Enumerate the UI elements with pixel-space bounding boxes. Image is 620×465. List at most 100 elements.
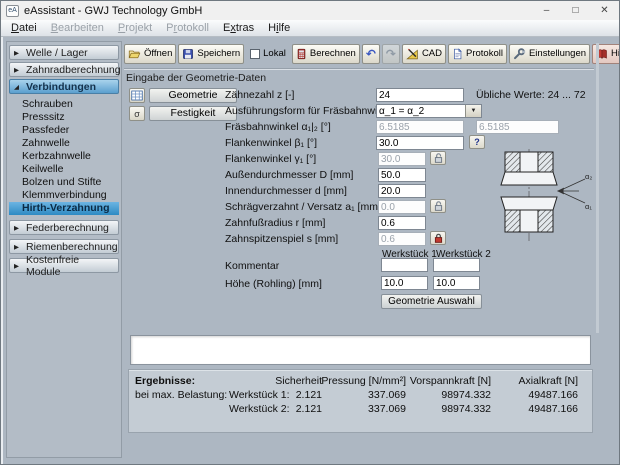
content-right-strip [596,43,599,333]
chevron-right-icon: ▶ [14,243,22,251]
beta-help-button[interactable]: ? [469,135,485,149]
lokal-label: Lokal [263,48,286,59]
protocol-button[interactable]: Protokoll [448,44,507,64]
tab-festigkeit[interactable]: Festigkeit [149,106,237,121]
sidebar-item-presssitz[interactable]: Presssitz [9,111,119,124]
group-label: Welle / Lager [26,47,88,59]
value-axialkraft: 49487.166 [486,403,578,415]
chevron-right-icon: ▶ [14,262,22,270]
sidebar-item-hirth-verzahnung[interactable]: Hirth-Verzahnung [9,202,119,215]
sidebar-group-verbindungen[interactable]: ◢ Verbindungen [9,79,119,94]
geometrie-auswahl-button[interactable]: Geometrie Auswahl [381,294,482,309]
value-axialkraft: 49487.166 [486,389,578,401]
maximize-button[interactable]: □ [561,1,590,20]
zahnfussradius-input[interactable] [378,216,426,230]
sidebar-item-schrauben[interactable]: Schrauben [9,98,119,111]
cad-ruler-pencil-icon [406,48,419,60]
open-button[interactable]: Öffnen [124,44,176,64]
group-label: Federberechnung [26,222,109,234]
minimize-button[interactable]: – [532,1,561,20]
versatz-input [378,200,426,214]
hoehe-input-2[interactable] [433,276,480,290]
settings-button[interactable]: Einstellungen [509,44,590,64]
kommentar-input-2[interactable] [433,258,480,272]
value-pressung: 337.069 [316,389,406,401]
label-zahnfussradius: Zahnfußradius r [mm] [225,216,375,230]
sidebar-group-welle-lager[interactable]: ▶ Welle / Lager [9,45,119,60]
sidebar-group-zahnradberechnung[interactable]: ▶ Zahnradberechnung [9,62,119,77]
zahnspitzenspiel-input [378,232,426,246]
sidebar-item-keilwelle[interactable]: Keilwelle [9,163,119,176]
section-divider [124,68,594,70]
chevron-right-icon: ▶ [14,224,22,232]
value-vorspannkraft: 98974.332 [396,389,491,401]
value-sicherheit: 2.121 [242,389,322,401]
sidebar-item-bolzen-und-stifte[interactable]: Bolzen und Stifte [9,176,119,189]
sidebar-group-kostenfreie-module[interactable]: ▶ Kostenfreie Module [9,258,119,273]
col-header-axialkraft: Axialkraft [N] [486,375,578,387]
calculator-icon [296,48,307,60]
sidebar-item-passfeder[interactable]: Passfeder [9,124,119,137]
close-button[interactable]: ✕ [590,1,619,20]
sidebar-item-kerbzahnwelle[interactable]: Kerbzahnwelle [9,150,119,163]
tab-geometrie[interactable]: Geometrie [149,88,237,103]
sidebar-item-zahnwelle[interactable]: Zahnwelle [9,137,119,150]
lock-open-icon [433,153,444,164]
kommentar-input-1[interactable] [381,258,428,272]
fraesbahnwinkel-input-1 [376,120,464,134]
message-box [130,335,591,365]
label-innendurchmesser: Innendurchmesser d [mm] [225,184,375,198]
results-row-werkstueck-1: bei max. Belastung: Werkstück 1: 2.121 3… [129,389,592,403]
label-flankenwinkel-beta: Flankenwinkel β₁ [°] [225,136,375,150]
verbindungen-items: Schrauben Presssitz Passfeder Zahnwelle … [9,96,119,220]
upper-workpiece-section [501,152,557,185]
menu-hilfe[interactable]: Hilfe [261,21,297,35]
gamma-lock-button[interactable] [430,151,446,165]
zaehnezahl-input[interactable] [376,88,464,102]
value-pressung: 337.069 [316,403,406,415]
page-title: Eingabe der Geometrie-Daten [126,72,266,84]
save-button[interactable]: Speichern [178,44,244,64]
menu-bearbeiten: Bearbeiten [44,21,111,35]
usual-values-note: Übliche Werte: 24 ... 72 [476,88,586,102]
cad-button[interactable]: CAD [402,44,446,64]
group-label: Verbindungen [26,81,96,93]
flankenwinkel-beta-input[interactable] [376,136,464,150]
zahnspitzenspiel-lock-button[interactable] [430,231,446,245]
lokal-checkbox[interactable] [250,49,260,59]
app-icon: eA [6,5,19,17]
sidebar-group-federberechnung[interactable]: ▶ Federberechnung [9,220,119,235]
innendurchmesser-input[interactable] [378,184,426,198]
results-header-row: Ergebnisse: Sicherheit Pressung [N/mm²] … [129,375,592,389]
hirth-coupling-drawing: α₂ α₁ [499,149,595,241]
menu-datei[interactable]: Datei [4,21,44,35]
flankenwinkel-gamma-input [378,152,426,166]
label-zaehnezahl: Zähnezahl z [-] [225,88,375,102]
aussendurchmesser-input[interactable] [378,168,426,182]
label-kommentar: Kommentar [225,259,375,273]
value-vorspannkraft: 98974.332 [396,403,491,415]
dropdown-arrow-icon[interactable]: ▼ [465,105,481,117]
lokal-toggle[interactable]: Lokal [250,48,286,59]
col-header-vorspannkraft: Vorspannkraft [N] [396,375,491,387]
toolbar: Öffnen Speichern Lokal Berechnen ↶ ↷ [124,43,596,64]
menu-extras[interactable]: Extras [216,21,261,35]
group-label: Zahnradberechnung [26,64,121,76]
hoehe-input-1[interactable] [381,276,428,290]
group-label: Riemenberechnung [26,241,118,253]
group-label: Kostenfreie Module [26,254,114,278]
menubar: Datei Bearbeiten Projekt Protokoll Extra… [1,20,619,37]
floppy-disk-icon [182,48,194,60]
sidebar-item-klemmverbindung[interactable]: Klemmverbindung [9,189,119,202]
results-panel: Ergebnisse: Sicherheit Pressung [N/mm²] … [128,369,593,433]
undo-button[interactable]: ↶ [362,44,380,64]
ausfuehrungsform-select[interactable]: α_1 = α_2 ▼ [376,104,482,118]
lock-closed-icon [433,233,444,244]
titlebar: eA eAssistant - GWJ Technology GmbH – □ … [1,1,619,20]
versatz-lock-button[interactable] [430,199,446,213]
menu-projekt: Projekt [111,21,159,35]
main-area: ▶ Welle / Lager ▶ Zahnradberechnung ◢ Ve… [3,37,619,464]
sidebar-group-riemenberechnung[interactable]: ▶ Riemenberechnung [9,239,119,254]
calculate-button[interactable]: Berechnen [292,44,360,64]
alpha1-label: α₁ [585,202,592,211]
